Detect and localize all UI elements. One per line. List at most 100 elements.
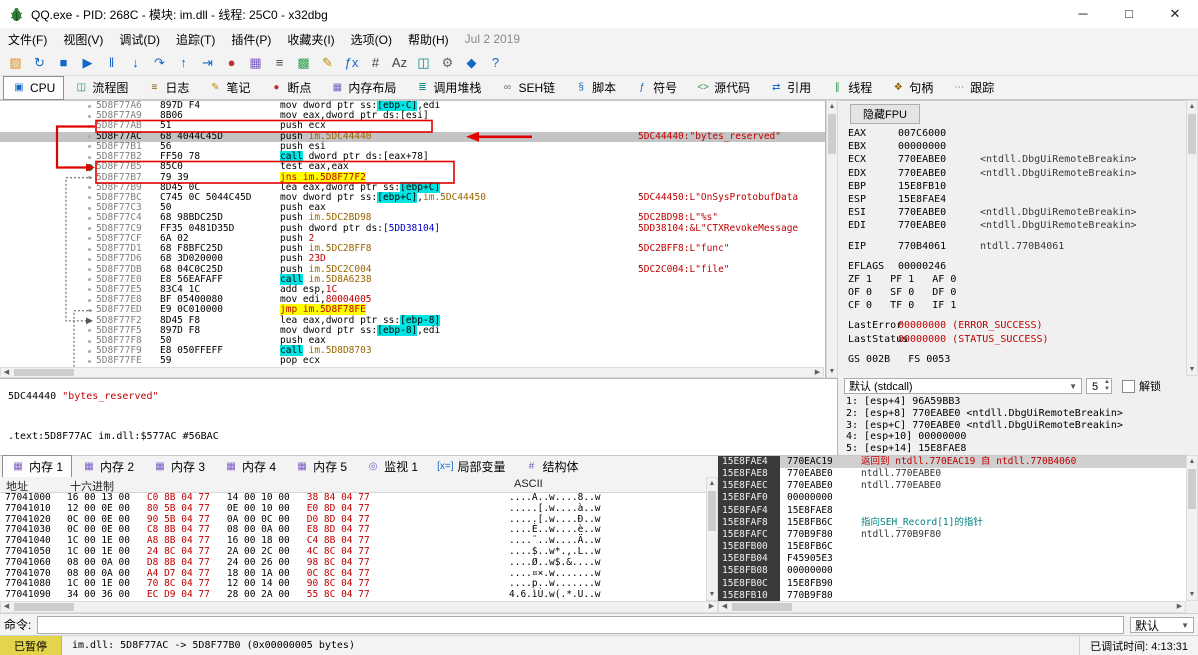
segment-registers-row[interactable]: GS 002B FS 0053 [838,353,1186,366]
tab-threads[interactable]: ∥ 线程 [821,76,881,100]
argument-row-1[interactable]: 1: [esp+4] 96A59BB3 [838,396,1198,408]
menu-item-5[interactable]: 收藏夹(I) [279,29,342,50]
breakpoint-gutter[interactable] [0,183,96,193]
disasm-row[interactable]: 5D8F77D6 68 3D020000 push 23D [0,254,825,264]
disasm-hscrollbar[interactable]: ◀ ▶ [0,367,824,378]
command-input[interactable] [37,615,1124,634]
graph-view-icon[interactable]: ◫ [412,52,435,73]
comments-icon[interactable]: ✎ [316,52,339,73]
register-row-eax[interactable]: EAX 007C6000 [838,127,1186,140]
run-icon[interactable]: ▶ [76,52,99,73]
scroll-track[interactable] [1187,467,1197,589]
stack-row[interactable]: 15E8FB08 00000000 [718,565,1186,578]
menu-item-2[interactable]: 调试(D) [111,29,168,50]
breakpoint-gutter[interactable] [0,213,96,223]
registers-vscrollbar[interactable]: ▲ ▼ [1186,100,1198,376]
patches-icon[interactable]: ▩ [292,52,315,73]
stack-row[interactable]: 15E8FAF8 15E8FB6C 指向SEH_Record[1]的指针 [718,516,1186,529]
register-row-esp[interactable]: ESP 15E8FAE4 [838,193,1186,206]
column-header-ascii[interactable]: ASCII [514,478,543,490]
pause-icon[interactable]: ‖ [100,52,123,73]
tab-notes[interactable]: ✎ 笔记 [199,76,259,100]
menu-item-1[interactable]: 视图(V) [55,29,111,50]
step-over-icon[interactable]: ↷ [148,52,171,73]
menu-item-3[interactable]: 追踪(T) [168,29,223,50]
breakpoint-gutter[interactable] [0,275,96,285]
argument-row-2[interactable]: 2: [esp+8] 770EABE0 <ntdll.DbgUiRemoteBr… [838,408,1198,420]
disasm-row[interactable]: 5D8F77B5 85C0 test eax,eax [0,162,825,172]
stack-row[interactable]: 15E8FAEC 770EABE0 ntdll.770EABE0 [718,480,1186,493]
scroll-down-arrow[interactable]: ▼ [827,366,837,377]
tab-mem1[interactable]: ▦ 内存 1 [2,454,73,479]
breakpoint-gutter[interactable] [0,111,96,121]
stack-row[interactable]: 15E8FAFC 770B9F80 ntdll.770B9F80 [718,528,1186,542]
flags-row-0[interactable]: ZF 1 PF 1 AF 0 [838,273,1186,286]
tab-source[interactable]: <> 源代码 [687,76,759,100]
argument-row-3[interactable]: 3: [esp+C] 770EABE0 <ntdll.DbgUiRemoteBr… [838,420,1198,432]
scroll-down-arrow[interactable]: ▼ [707,589,717,600]
menu-item-0[interactable]: 文件(F) [0,29,55,50]
scroll-down-arrow[interactable]: ▼ [1187,589,1197,600]
stack-vscrollbar[interactable]: ▲ ▼ [1186,455,1198,601]
scroll-track[interactable] [1187,112,1197,364]
scroll-track[interactable] [730,602,1174,612]
breakpoint-gutter[interactable] [0,285,96,295]
scroll-track[interactable] [12,602,706,612]
restart-icon[interactable]: ↻ [28,52,51,73]
scroll-left-arrow[interactable]: ◀ [1,602,12,612]
memory-hscrollbar[interactable]: ◀ ▶ [0,601,718,613]
step-into-icon[interactable]: ↓ [124,52,147,73]
register-row-lasterror[interactable]: LastError 00000000 (ERROR_SUCCESS) [838,319,1186,332]
memory-row[interactable]: 77041060 08 00 0A 00 D8 8B 04 77 24 00 26 0… [0,557,706,569]
breakpoint-gutter[interactable] [0,244,96,254]
column-header-address[interactable]: 地址 [6,478,28,494]
breakpoint-gutter[interactable] [0,203,96,213]
tab-seh[interactable]: ∞ SEH链 [491,76,564,100]
register-row-edi[interactable]: EDI 770EABE0 <ntdll.DbgUiRemoteBreakin> [838,219,1186,232]
memory-vscrollbar[interactable]: ▲ ▼ [706,477,718,601]
memory-map-icon[interactable]: ▦ [244,52,267,73]
topmost-icon[interactable]: ◆ [460,52,483,73]
breakpoint-gutter[interactable] [0,121,96,131]
tab-symbols[interactable]: ƒ 符号 [626,76,686,100]
unlock-checkbox[interactable] [1122,379,1135,393]
tab-trace[interactable]: ⋯ 跟踪 [943,76,1003,100]
breakpoint-gutter[interactable] [0,346,96,356]
breakpoint-gutter[interactable] [0,356,96,366]
spinner-arrows-icon[interactable]: ▲ ▼ [1104,379,1110,393]
tab-call-stack[interactable]: ≣ 调用堆栈 [406,76,490,100]
scroll-right-arrow[interactable]: ▶ [1174,602,1185,612]
scroll-thumb[interactable] [828,114,836,154]
scroll-left-arrow[interactable]: ◀ [719,602,730,612]
scroll-right-arrow[interactable]: ▶ [706,602,717,612]
tab-mem2[interactable]: ▦ 内存 2 [73,455,143,479]
breakpoint-gutter[interactable] [0,101,96,111]
disasm-row[interactable]: 5D8F77FE 59 pop ecx [0,356,825,366]
argument-row-4[interactable]: 4: [esp+10] 00000000 [838,431,1198,443]
tab-mem3[interactable]: ▦ 内存 3 [144,455,214,479]
minimize-button[interactable]: ─ [1060,0,1106,28]
breakpoints-icon[interactable]: ● [220,52,243,73]
find-strings-icon[interactable]: Az [388,52,411,73]
scroll-track[interactable] [827,112,837,366]
preferences-icon[interactable]: ⚙ [436,52,459,73]
stack-row[interactable]: 15E8FB04 F45905E3 [718,553,1186,566]
register-row-edx[interactable]: EDX 770EABE0 <ntdll.DbgUiRemoteBreakin> [838,167,1186,180]
register-row-ebx[interactable]: EBX 00000000 [838,140,1186,153]
scroll-right-arrow[interactable]: ▶ [812,368,823,377]
memory-row[interactable]: 77041090 34 00 36 00 EC D9 04 77 28 00 2A 0… [0,589,706,601]
tab-struct[interactable]: # 结构体 [516,455,588,479]
stack-hscrollbar[interactable]: ◀ ▶ [718,601,1186,613]
tab-memory-map[interactable]: ▦ 内存布局 [321,76,405,100]
register-row-ebp[interactable]: EBP 15E8FB10 [838,180,1186,193]
tab-mem5[interactable]: ▦ 内存 5 [286,455,356,479]
hide-fpu-button[interactable]: 隐藏FPU [850,104,920,124]
scroll-track[interactable] [12,368,812,377]
breakpoint-gutter[interactable] [0,193,96,203]
menu-item-4[interactable]: 插件(P) [223,29,279,50]
call-stack-icon[interactable]: ≡ [268,52,291,73]
function-analysis-icon[interactable]: ƒx [340,52,363,73]
menu-item-7[interactable]: 帮助(H) [400,29,457,50]
breakpoint-gutter[interactable] [0,142,96,152]
breakpoint-gutter[interactable] [0,224,96,234]
